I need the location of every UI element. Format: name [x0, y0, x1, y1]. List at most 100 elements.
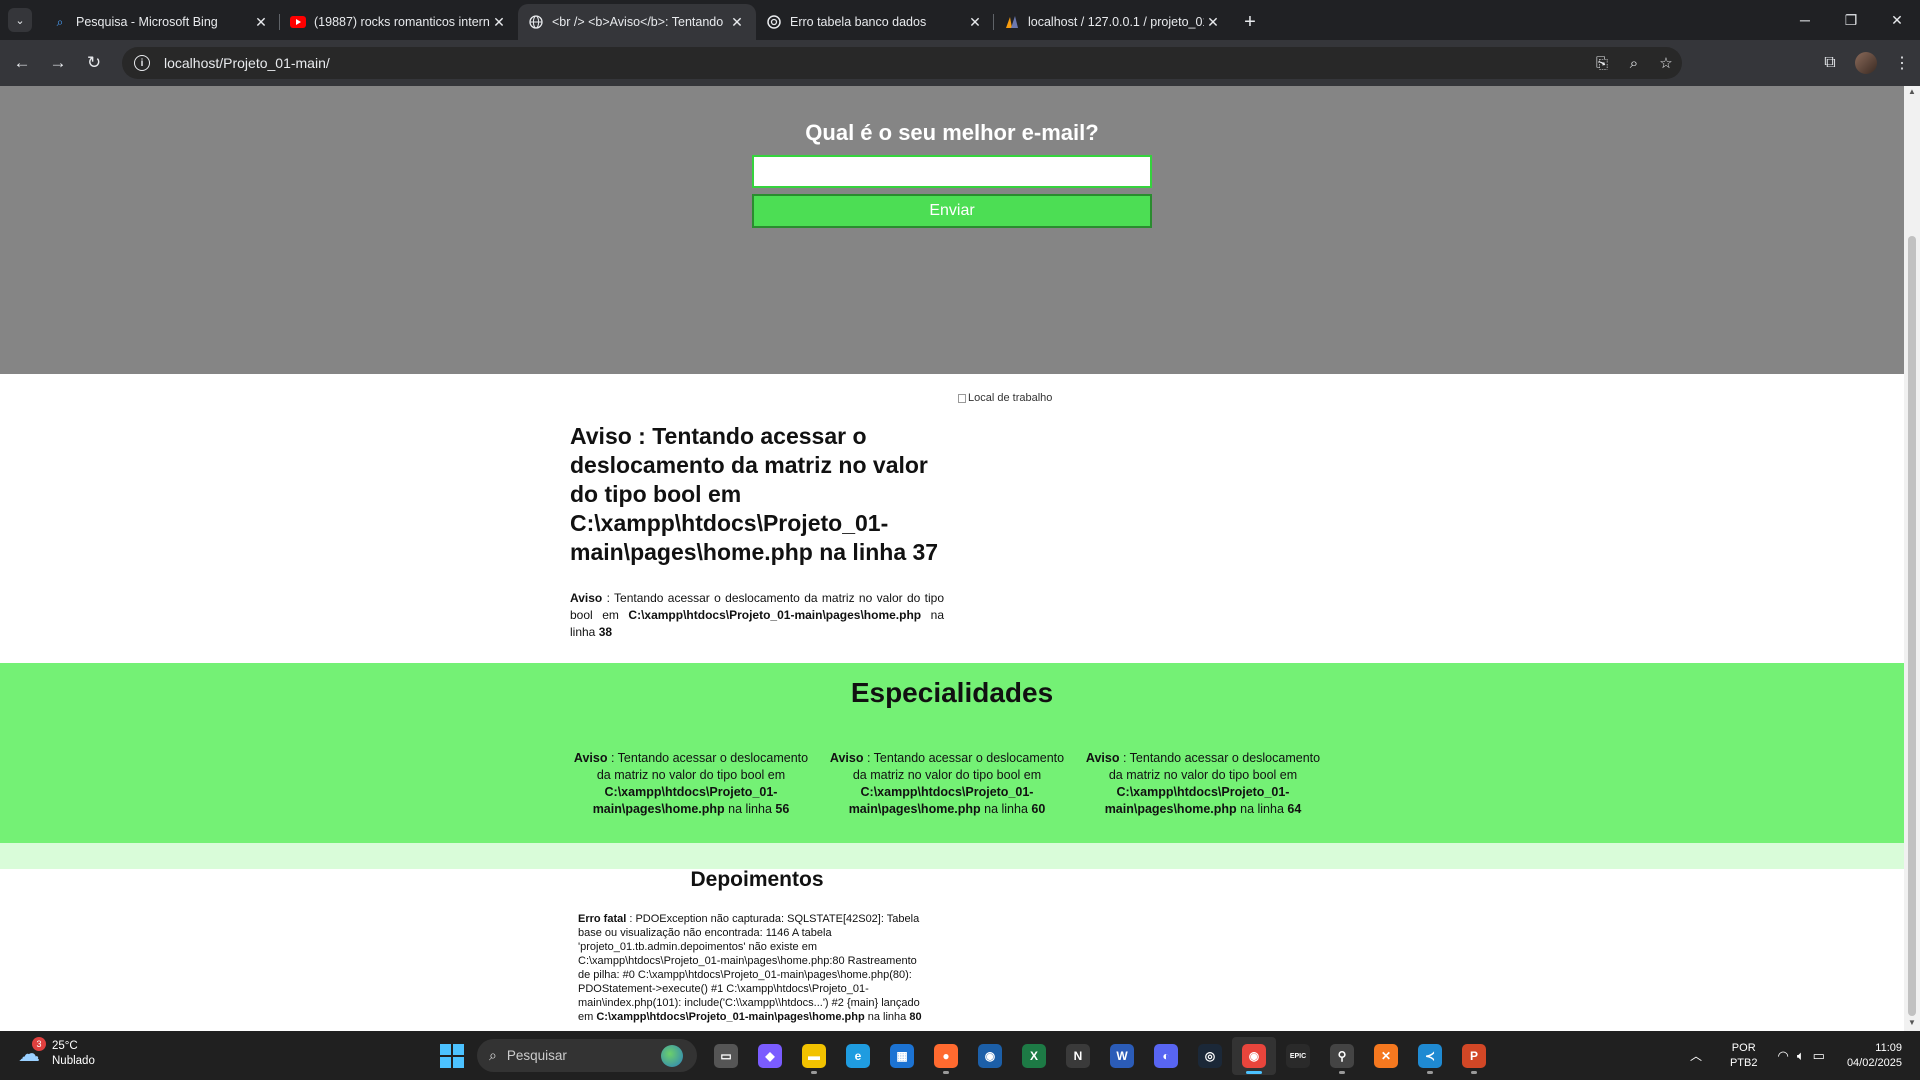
close-tab-icon[interactable]: ✕ — [1204, 13, 1222, 31]
taskbar-app[interactable]: e — [836, 1037, 880, 1075]
window-controls: ─ ❐ ✕ — [1782, 0, 1920, 40]
volume-icon[interactable]: 🔈︎ — [1797, 1048, 1805, 1064]
taskbar-app[interactable]: EPIC — [1276, 1037, 1320, 1075]
extensions-icon[interactable]: ⧉ — [1812, 47, 1848, 79]
bookmark-star-icon[interactable]: ☆ — [1650, 47, 1682, 79]
tab-youtube[interactable]: (19887) rocks romanticos internacionais … — [280, 4, 518, 40]
submit-button[interactable]: Enviar — [752, 194, 1152, 228]
taskbar-app[interactable]: W — [1100, 1037, 1144, 1075]
taskbar-search[interactable]: ⌕ Pesquisar — [477, 1039, 697, 1072]
url-text[interactable]: localhost/Projeto_01-main/ — [164, 55, 330, 71]
php-warning-text: Aviso : Tentando acessar o deslocamento … — [570, 590, 944, 641]
language-code: POR — [1731, 1041, 1756, 1054]
tab-list: ⌕ Pesquisa - Microsoft Bing ✕ (19887) ro… — [42, 4, 1264, 40]
chrome-icon: ◉ — [1242, 1044, 1266, 1068]
taskbar-app[interactable]: ◐ — [1144, 1037, 1188, 1075]
taskbar-app[interactable]: ▬ — [792, 1037, 836, 1075]
tab-aviso[interactable]: <br /> <b>Aviso</b>: Tentando ✕ — [518, 4, 756, 40]
zoom-icon[interactable]: ⌕ — [1618, 47, 1650, 79]
battery-icon[interactable]: ▭ — [1813, 1048, 1825, 1064]
translate-icon[interactable]: ⎘ — [1586, 47, 1618, 79]
discord-icon: ◐ — [1154, 1044, 1178, 1068]
firefox-icon: ● — [934, 1044, 958, 1068]
warning-line-text: na linha — [1236, 802, 1288, 816]
security-app-icon: ◉ — [978, 1044, 1002, 1068]
taskbar-app[interactable]: ▭ — [704, 1037, 748, 1075]
vscode-icon: ≺ — [1418, 1044, 1442, 1068]
forward-icon[interactable]: → — [44, 49, 72, 77]
close-window-icon[interactable]: ✕ — [1874, 0, 1920, 40]
language-indicator[interactable]: POR PTB2 — [1730, 1041, 1758, 1071]
reload-icon[interactable]: ↻ — [80, 49, 108, 77]
page-scrollbar[interactable]: ▲ ▼ — [1904, 86, 1920, 1031]
taskbar-app[interactable]: X — [1012, 1037, 1056, 1075]
menu-kebab-icon[interactable]: ⋮ — [1884, 47, 1920, 79]
newsletter-section: Qual é o seu melhor e-mail? Enviar — [0, 86, 1904, 374]
taskbar-app[interactable]: ◉ — [1232, 1037, 1276, 1075]
browser-tab-strip: ⌄ ⌕ Pesquisa - Microsoft Bing ✕ (19887) … — [0, 0, 1920, 40]
fatal-error-text: Erro fatal : PDOException não capturada:… — [578, 912, 932, 1024]
minimize-icon[interactable]: ─ — [1782, 0, 1828, 40]
error-line-text: na linha — [864, 1011, 910, 1023]
restore-icon[interactable]: ❐ — [1828, 0, 1874, 40]
taskbar-app[interactable]: P — [1452, 1037, 1496, 1075]
warning-label: Aviso — [1085, 751, 1120, 765]
close-tab-icon[interactable]: ✕ — [252, 13, 270, 31]
page-viewport: Qual é o seu melhor e-mail? Enviar Local… — [0, 86, 1904, 1031]
show-hidden-icons-chevron-icon[interactable]: ︿ — [1690, 1047, 1702, 1064]
search-placeholder: Pesquisar — [506, 1048, 567, 1063]
tab-title: Pesquisa - Microsoft Bing — [76, 15, 218, 29]
weather-widget[interactable]: ☁ 3 25°C Nublado — [18, 1037, 95, 1069]
taskbar-app[interactable]: ✕ — [1364, 1037, 1408, 1075]
chatgpt-icon — [766, 14, 782, 30]
tab-erro-tabela[interactable]: Erro tabela banco dados ✕ — [756, 4, 994, 40]
tab-title: <br /> <b>Aviso</b>: Tentando — [552, 15, 724, 29]
wifi-icon[interactable]: ◠ — [1777, 1048, 1788, 1064]
taskbar-app[interactable]: N — [1056, 1037, 1100, 1075]
task-view-icon: ▭ — [714, 1044, 738, 1068]
warning-label: Aviso — [829, 751, 864, 765]
taskbar-app[interactable]: ◆ — [748, 1037, 792, 1075]
weather-condition: Nublado — [52, 1055, 95, 1067]
taskbar-app[interactable]: ≺ — [1408, 1037, 1452, 1075]
tab-title: Erro tabela banco dados — [790, 15, 927, 29]
youtube-icon — [290, 14, 306, 30]
powerpoint-icon: P — [1462, 1044, 1486, 1068]
back-icon[interactable]: ← — [8, 49, 36, 77]
scrollbar-thumb[interactable] — [1908, 236, 1916, 1016]
email-input[interactable] — [752, 155, 1152, 188]
taskbar-app[interactable]: ● — [924, 1037, 968, 1075]
warning-line: 64 — [1287, 802, 1302, 816]
close-tab-icon[interactable]: ✕ — [728, 13, 746, 31]
scroll-up-icon[interactable]: ▲ — [1908, 88, 1916, 96]
close-tab-icon[interactable]: ✕ — [490, 13, 508, 31]
taskbar-app[interactable]: ◉ — [968, 1037, 1012, 1075]
new-tab-button[interactable]: + — [1236, 8, 1264, 36]
specialties-title: Especialidades — [850, 677, 1054, 708]
notion-icon: N — [1066, 1044, 1090, 1068]
taskbar-app[interactable]: ▦ — [880, 1037, 924, 1075]
scroll-down-icon[interactable]: ▼ — [1908, 1019, 1916, 1027]
tab-phpmyadmin[interactable]: localhost / 127.0.0.1 / projeto_01 ✕ — [994, 4, 1232, 40]
windows-start-icon[interactable] — [440, 1044, 464, 1068]
warning-label: Aviso — [573, 751, 608, 765]
warning-line: 60 — [1031, 802, 1046, 816]
tab-search-button[interactable]: ⌄ — [8, 8, 32, 32]
warning-line: 56 — [775, 802, 790, 816]
address-bar[interactable]: i localhost/Projeto_01-main/ ⎘ ⌕ ☆ — [122, 47, 1682, 79]
phpmyadmin-icon — [1004, 14, 1020, 30]
steam-icon: ◎ — [1198, 1044, 1222, 1068]
profile-avatar[interactable] — [1855, 52, 1877, 74]
php-warning-heading: Aviso : Tentando acessar o deslocamento … — [570, 423, 939, 565]
clock-time: 11:09 — [1875, 1041, 1902, 1054]
close-tab-icon[interactable]: ✕ — [966, 13, 984, 31]
clock[interactable]: 11:09 04/02/2025 — [1847, 1041, 1902, 1071]
tab-bing[interactable]: ⌕ Pesquisa - Microsoft Bing ✕ — [42, 4, 280, 40]
taskbar-app[interactable]: ⚲ — [1320, 1037, 1364, 1075]
specialty-item: Aviso : Tentando acessar o deslocamento … — [571, 750, 811, 818]
site-info-icon[interactable]: i — [134, 55, 150, 71]
tab-title: (19887) rocks romanticos internacionais — [314, 15, 490, 29]
testimonials-title: Depoimentos — [690, 868, 824, 891]
taskbar-app[interactable]: ◎ — [1188, 1037, 1232, 1075]
error-message: : PDOException não capturada: SQLSTATE[4… — [578, 913, 920, 1023]
